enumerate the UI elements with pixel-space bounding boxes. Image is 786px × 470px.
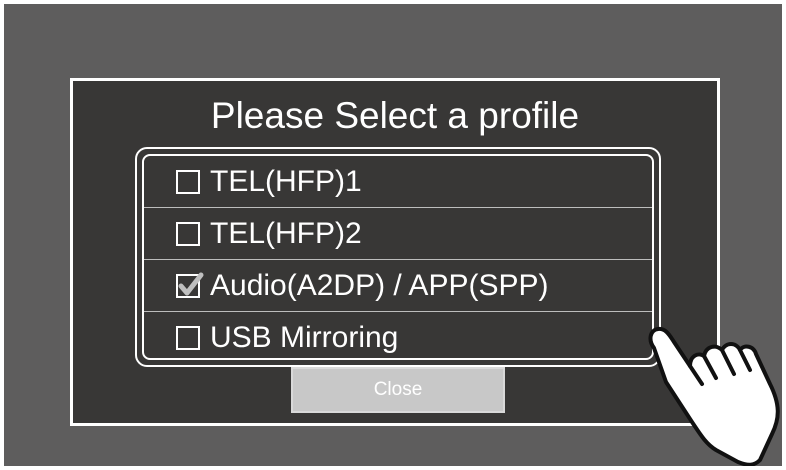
- checkbox-icon[interactable]: [176, 326, 200, 350]
- profile-item-label: USB Mirroring: [210, 321, 399, 354]
- dialog-title: Please Select a profile: [210, 95, 580, 136]
- checkbox-icon[interactable]: [176, 272, 204, 298]
- checkmark-icon: [178, 272, 204, 295]
- checkbox-icon[interactable]: [176, 221, 200, 246]
- profile-item-label: TEL(HFP)2: [210, 216, 362, 250]
- profile-select-dialog: Please Select a profile TEL(HFP)1 TEL(HF…: [70, 78, 720, 426]
- profile-item-label: Audio(A2DP) / APP(SPP): [210, 268, 549, 302]
- profile-item-audio-a2dp-app-spp[interactable]: Audio(A2DP) / APP(SPP): [144, 260, 652, 312]
- profile-item-label: TEL(HFP)1: [210, 164, 362, 198]
- close-button[interactable]: Close: [291, 367, 505, 413]
- screen: Please Select a profile TEL(HFP)1 TEL(HF…: [4, 4, 782, 466]
- pointing-hand-icon: [648, 326, 780, 466]
- profile-item-tel-hfp1[interactable]: TEL(HFP)1: [144, 156, 652, 208]
- profile-item-usb-mirroring[interactable]: USB Mirroring: [144, 312, 652, 358]
- checkbox-icon[interactable]: [176, 169, 200, 194]
- profile-item-tel-hfp2[interactable]: TEL(HFP)2: [144, 208, 652, 260]
- profile-list-inner: TEL(HFP)1 TEL(HFP)2 Audio(A2DP) / APP(SP…: [142, 154, 654, 360]
- profile-list: TEL(HFP)1 TEL(HFP)2 Audio(A2DP) / APP(SP…: [135, 147, 661, 367]
